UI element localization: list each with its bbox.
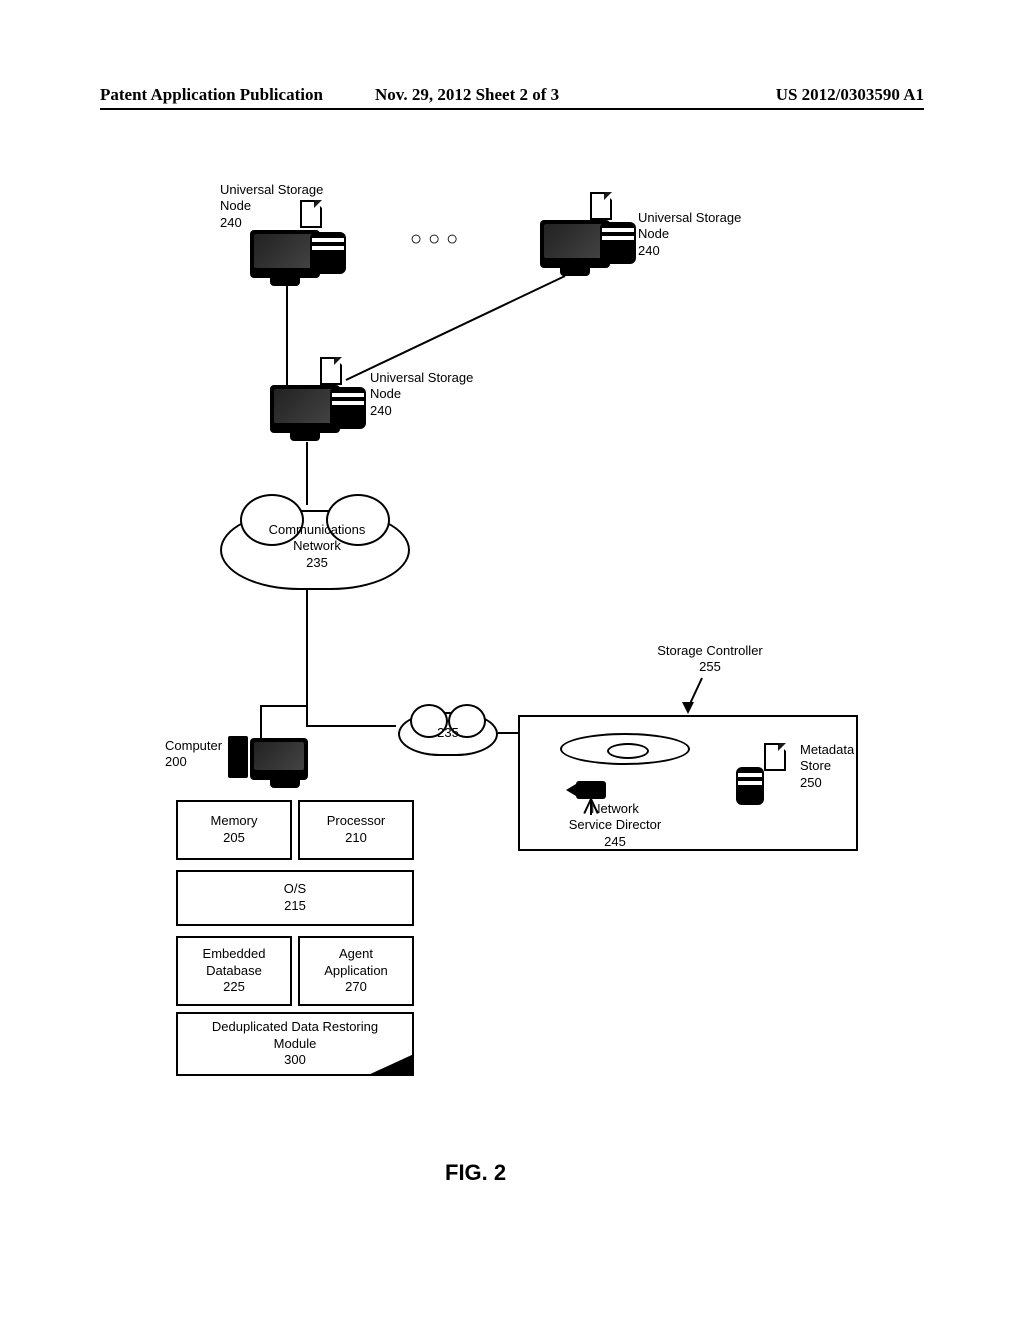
cloud-main-label-line1: Communications (269, 522, 366, 537)
embedded-db-box: Embedded Database 225 (176, 936, 292, 1006)
cloud-main-label: Communications Network 235 (252, 522, 382, 571)
header-right: US 2012/0303590 A1 (776, 85, 924, 105)
metadata-store-label-line1: Metadata (800, 742, 854, 757)
os-ref: 215 (284, 898, 306, 913)
storage-controller-label: Storage Controller 255 (640, 643, 780, 676)
processor-ref: 210 (345, 830, 367, 845)
corner-triangle-icon (366, 1054, 414, 1076)
connector-line (260, 705, 262, 740)
dedup-label-line1: Deduplicated Data Restoring (212, 1019, 378, 1034)
connector-line (306, 725, 396, 727)
os-label: O/S (284, 881, 306, 896)
metadata-store-label: Metadata Store 250 (800, 742, 854, 791)
dedup-module-box: Deduplicated Data Restoring Module 300 (176, 1012, 414, 1076)
tower-icon (228, 736, 248, 778)
monitor-icon (250, 738, 308, 780)
header-rule (100, 108, 924, 110)
cloud-main-label-line2: Network (293, 538, 341, 553)
metadata-store-ref: 250 (800, 775, 822, 790)
page-icon (764, 743, 786, 771)
computer-label-text: Computer (165, 738, 222, 753)
storage-controller-label-text: Storage Controller (657, 643, 763, 658)
memory-ref: 205 (223, 830, 245, 845)
embedded-ref: 225 (223, 979, 245, 994)
metadata-store-label-line2: Store (800, 758, 831, 773)
header-left: Patent Application Publication (100, 85, 323, 105)
camera-icon (576, 781, 606, 799)
arrowhead-icon (682, 702, 694, 714)
agent-label-line1: Agent (339, 946, 373, 961)
processor-box: Processor 210 (298, 800, 414, 860)
storage-controller-ref: 255 (699, 659, 721, 674)
memory-label: Memory (211, 813, 258, 828)
embedded-label-line2: Database (206, 963, 262, 978)
processor-label: Processor (327, 813, 386, 828)
memory-box: Memory 205 (176, 800, 292, 860)
disk-icon (560, 733, 690, 765)
agent-ref: 270 (345, 979, 367, 994)
connector-svg (100, 150, 924, 550)
figure-2-diagram: Universal Storage Node 240 ○○○ Universal… (100, 150, 924, 1200)
agent-app-box: Agent Application 270 (298, 936, 414, 1006)
nsd-label-line2: Service Director (569, 817, 661, 832)
connector-line (306, 442, 308, 505)
os-box: O/S 215 (176, 870, 414, 926)
connector-line (260, 705, 308, 707)
connector-line (498, 732, 518, 734)
cloud-small-ref-label: 235 (420, 725, 476, 741)
embedded-label-line1: Embedded (203, 946, 266, 961)
computer-ref: 200 (165, 754, 187, 769)
nsd-label: Network Service Director 245 (550, 801, 680, 850)
disk-stack-icon (736, 767, 764, 805)
page-header: Patent Application Publication Nov. 29, … (0, 85, 1024, 105)
dedup-ref: 300 (284, 1052, 306, 1067)
agent-label-line2: Application (324, 963, 388, 978)
computer-label: Computer 200 (165, 738, 222, 771)
figure-caption: FIG. 2 (445, 1160, 506, 1186)
nsd-ref: 245 (604, 834, 626, 849)
cloud-main-ref: 235 (306, 555, 328, 570)
dedup-label-line2: Module (274, 1036, 317, 1051)
nsd-label-line1: Network (591, 801, 639, 816)
header-center: Nov. 29, 2012 Sheet 2 of 3 (375, 85, 559, 105)
